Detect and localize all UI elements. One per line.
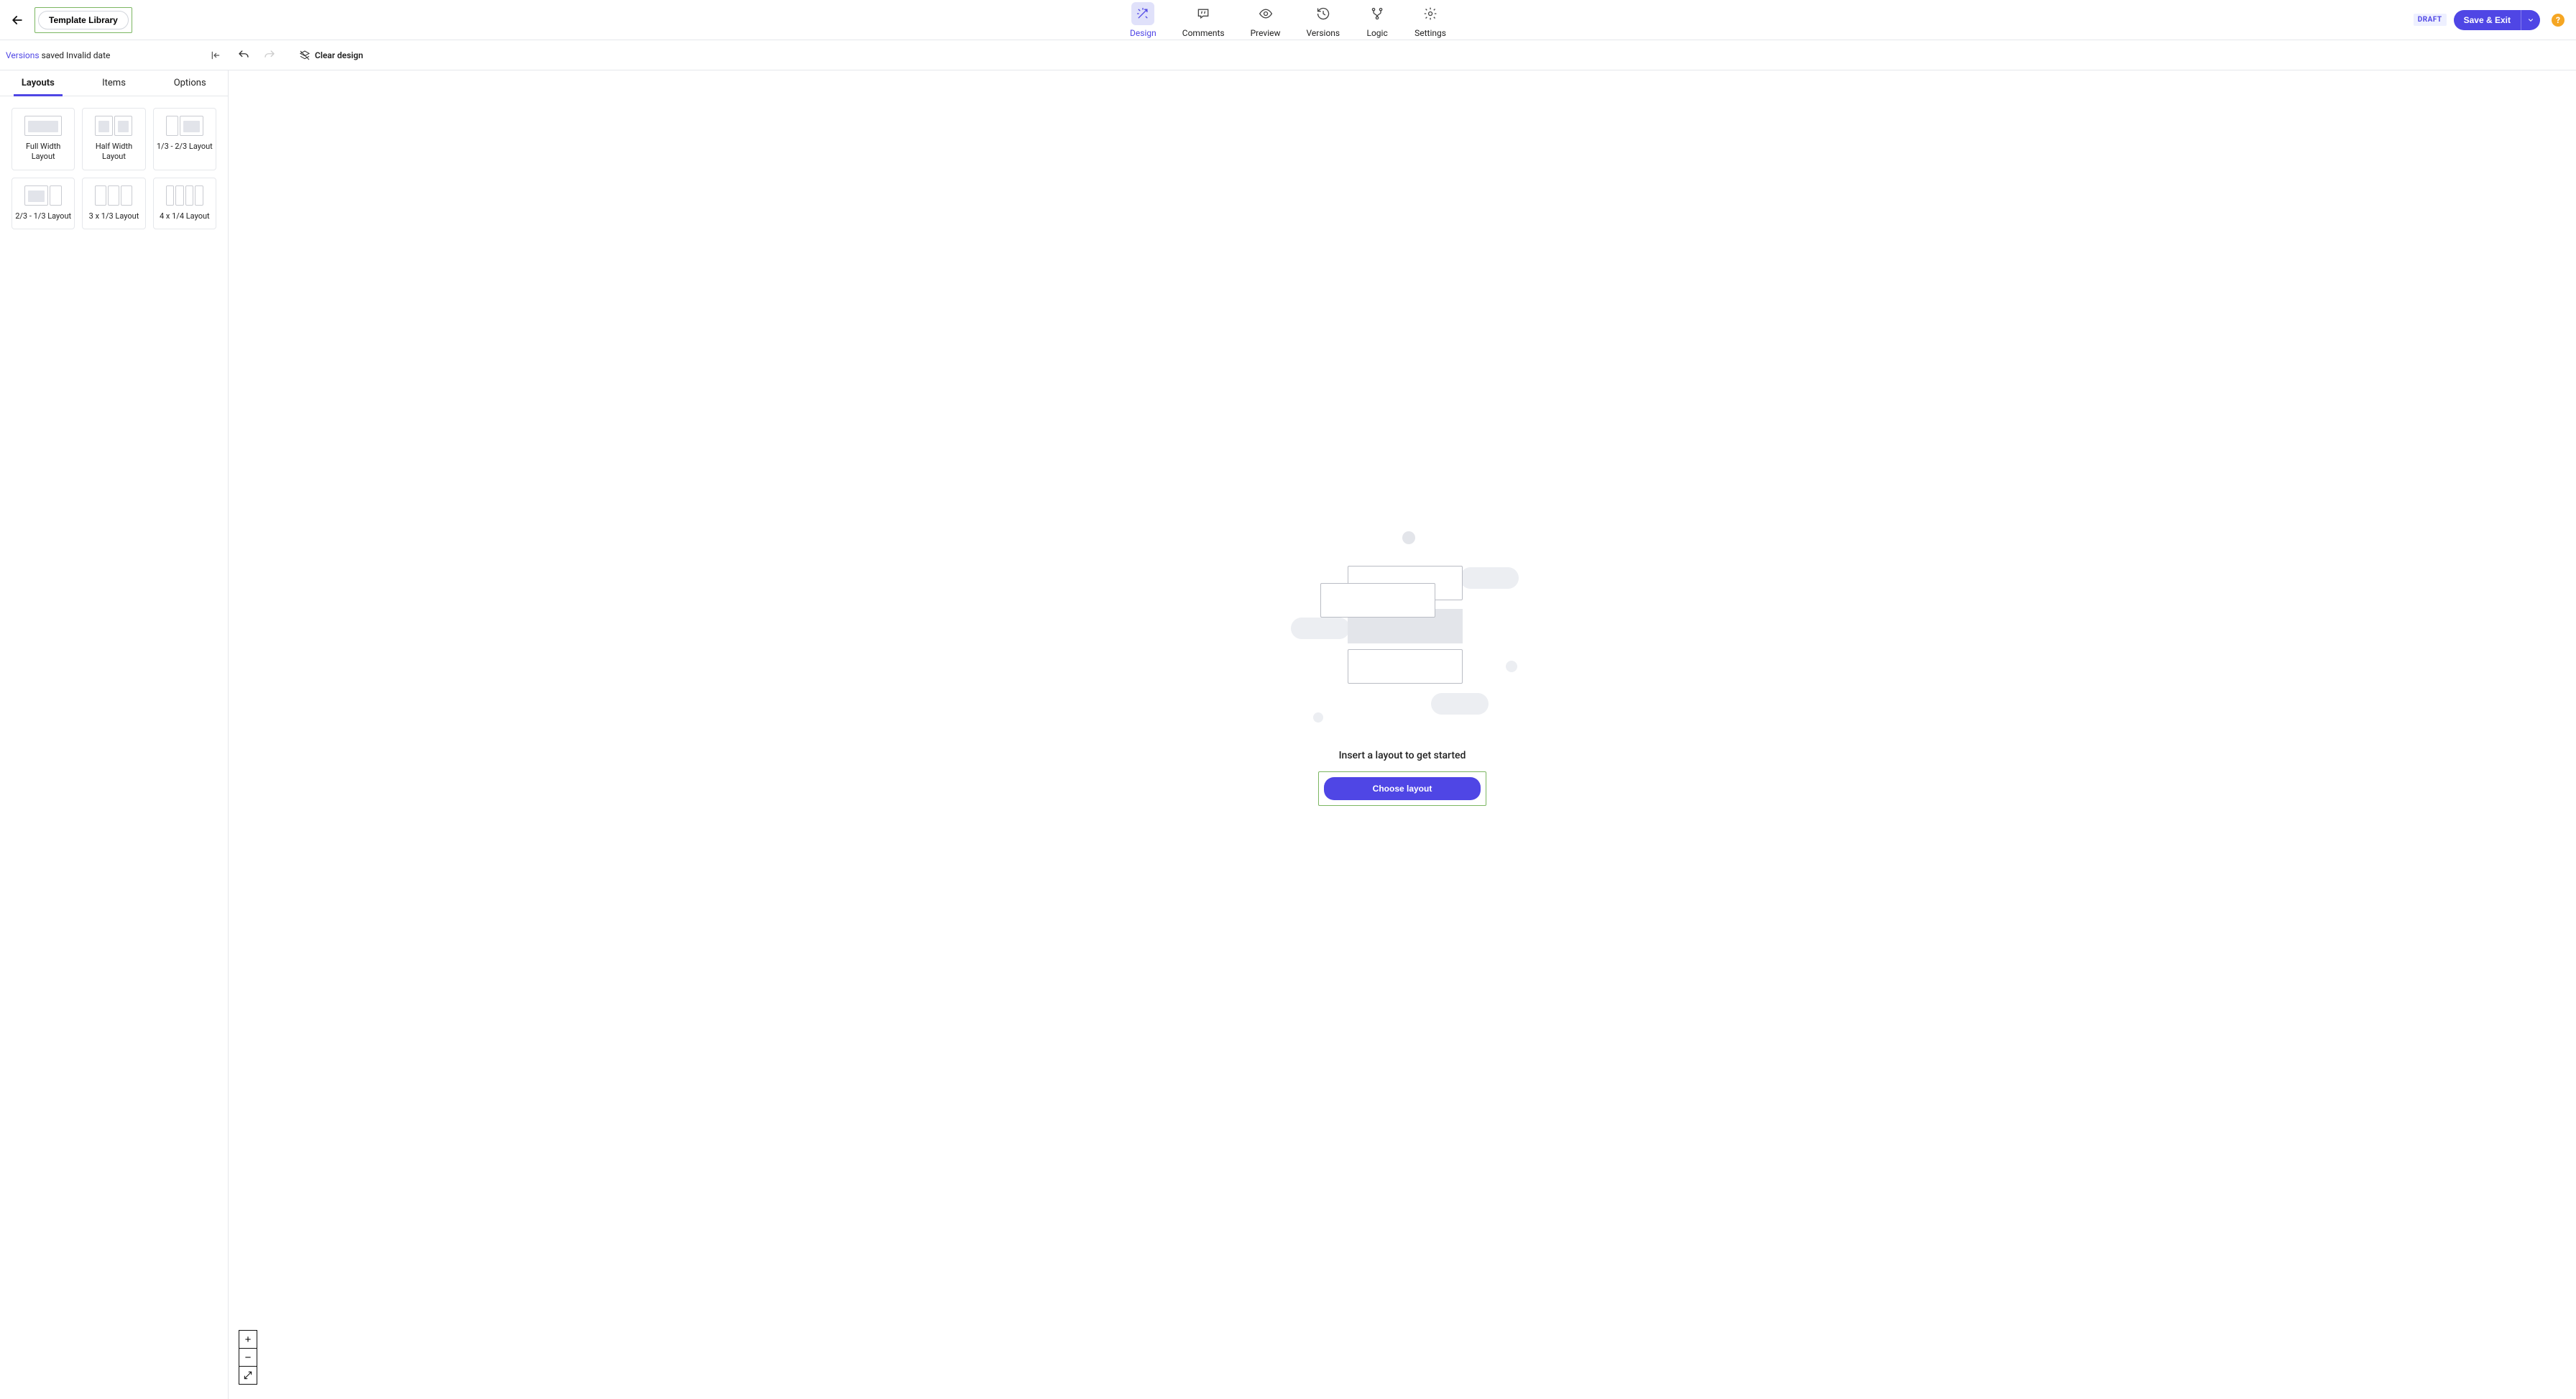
nav-label: Settings <box>1414 28 1446 38</box>
choose-layout-highlight: Choose layout <box>1318 771 1487 806</box>
layout-card-label: 1/3 - 2/3 Layout <box>157 142 213 152</box>
zoom-fit-button[interactable] <box>239 1366 257 1385</box>
choose-layout-button[interactable]: Choose layout <box>1324 777 1481 800</box>
back-button[interactable] <box>6 9 29 32</box>
layout-card-label: 3 x 1/3 Layout <box>89 211 139 221</box>
template-library-button[interactable]: Template Library <box>38 11 129 29</box>
expand-icon <box>243 1370 253 1380</box>
layout-grid: Full Width Layout Half Width Layout 1/3 … <box>0 96 228 241</box>
layout-23-13[interactable]: 2/3 - 1/3 Layout <box>12 178 75 229</box>
empty-state: Insert a layout to get started Choose la… <box>1287 531 1517 806</box>
top-nav: Design Comments Preview Versions <box>1127 0 1449 41</box>
redo-button[interactable] <box>263 49 276 62</box>
template-library-highlight: Template Library <box>34 7 132 33</box>
branch-icon <box>1370 6 1384 21</box>
nav-preview[interactable]: Preview <box>1248 0 1284 41</box>
eye-icon <box>1259 6 1273 21</box>
versions-link[interactable]: Versions <box>6 50 40 60</box>
nav-label: Preview <box>1251 28 1281 38</box>
tab-options[interactable]: Options <box>152 70 228 96</box>
layout-card-label: Half Width Layout <box>86 142 142 162</box>
layout-card-label: 2/3 - 1/3 Layout <box>15 211 71 221</box>
zoom-controls: + − <box>239 1330 257 1385</box>
empty-state-text: Insert a layout to get started <box>1339 750 1466 761</box>
topbar: Template Library Design Comments Pre <box>0 0 2576 40</box>
save-exit-button[interactable]: Save & Exit <box>2454 10 2521 30</box>
sidebar: Layouts Items Options Full Width Layout … <box>0 70 229 1399</box>
nav-versions[interactable]: Versions <box>1304 0 1343 41</box>
empty-illustration <box>1287 531 1517 733</box>
save-dropdown-button[interactable] <box>2521 10 2540 30</box>
nav-comments[interactable]: Comments <box>1179 0 1228 41</box>
nav-label: Comments <box>1182 28 1225 38</box>
tab-items[interactable]: Items <box>76 70 152 96</box>
nav-settings[interactable]: Settings <box>1412 0 1449 41</box>
subbar: Versions saved Invalid date Clear design <box>0 40 2576 70</box>
arrow-left-icon <box>10 13 24 27</box>
layout-full-width[interactable]: Full Width Layout <box>12 108 75 170</box>
chevron-down-icon <box>2527 17 2534 24</box>
nav-design[interactable]: Design <box>1127 0 1159 41</box>
save-button-group: Save & Exit <box>2454 10 2540 30</box>
zoom-in-button[interactable]: + <box>239 1330 257 1349</box>
layout-half-width[interactable]: Half Width Layout <box>82 108 145 170</box>
zoom-out-button[interactable]: − <box>239 1348 257 1367</box>
draft-badge: DRAFT <box>2414 14 2447 26</box>
layout-13-23[interactable]: 1/3 - 2/3 Layout <box>153 108 216 170</box>
layout-3x13[interactable]: 3 x 1/3 Layout <box>82 178 145 229</box>
nav-label: Logic <box>1366 28 1387 38</box>
undo-button[interactable] <box>237 49 250 62</box>
layout-4x14[interactable]: 4 x 1/4 Layout <box>153 178 216 229</box>
nav-label: Design <box>1130 28 1156 38</box>
layout-card-label: Full Width Layout <box>15 142 71 162</box>
versions-saved-text: saved Invalid date <box>42 50 111 60</box>
layout-card-label: 4 x 1/4 Layout <box>160 211 210 221</box>
undo-icon <box>237 49 250 62</box>
wand-icon <box>1136 6 1150 21</box>
sidebar-tabs: Layouts Items Options <box>0 70 228 96</box>
history-icon <box>1316 6 1330 21</box>
clear-design-button[interactable]: Clear design <box>299 50 363 61</box>
redo-icon <box>263 49 276 62</box>
versions-status: Versions saved Invalid date <box>6 50 110 60</box>
nav-label: Versions <box>1307 28 1340 38</box>
layers-off-icon <box>299 50 310 61</box>
comment-icon <box>1196 6 1210 21</box>
nav-logic[interactable]: Logic <box>1363 0 1392 41</box>
tab-layouts[interactable]: Layouts <box>0 70 76 96</box>
collapse-sidebar-button[interactable] <box>210 50 221 61</box>
collapse-left-icon <box>210 50 221 61</box>
gear-icon <box>1423 6 1438 21</box>
help-button[interactable]: ? <box>2552 14 2564 27</box>
clear-design-label: Clear design <box>315 50 363 60</box>
canvas: Insert a layout to get started Choose la… <box>229 70 2576 1399</box>
